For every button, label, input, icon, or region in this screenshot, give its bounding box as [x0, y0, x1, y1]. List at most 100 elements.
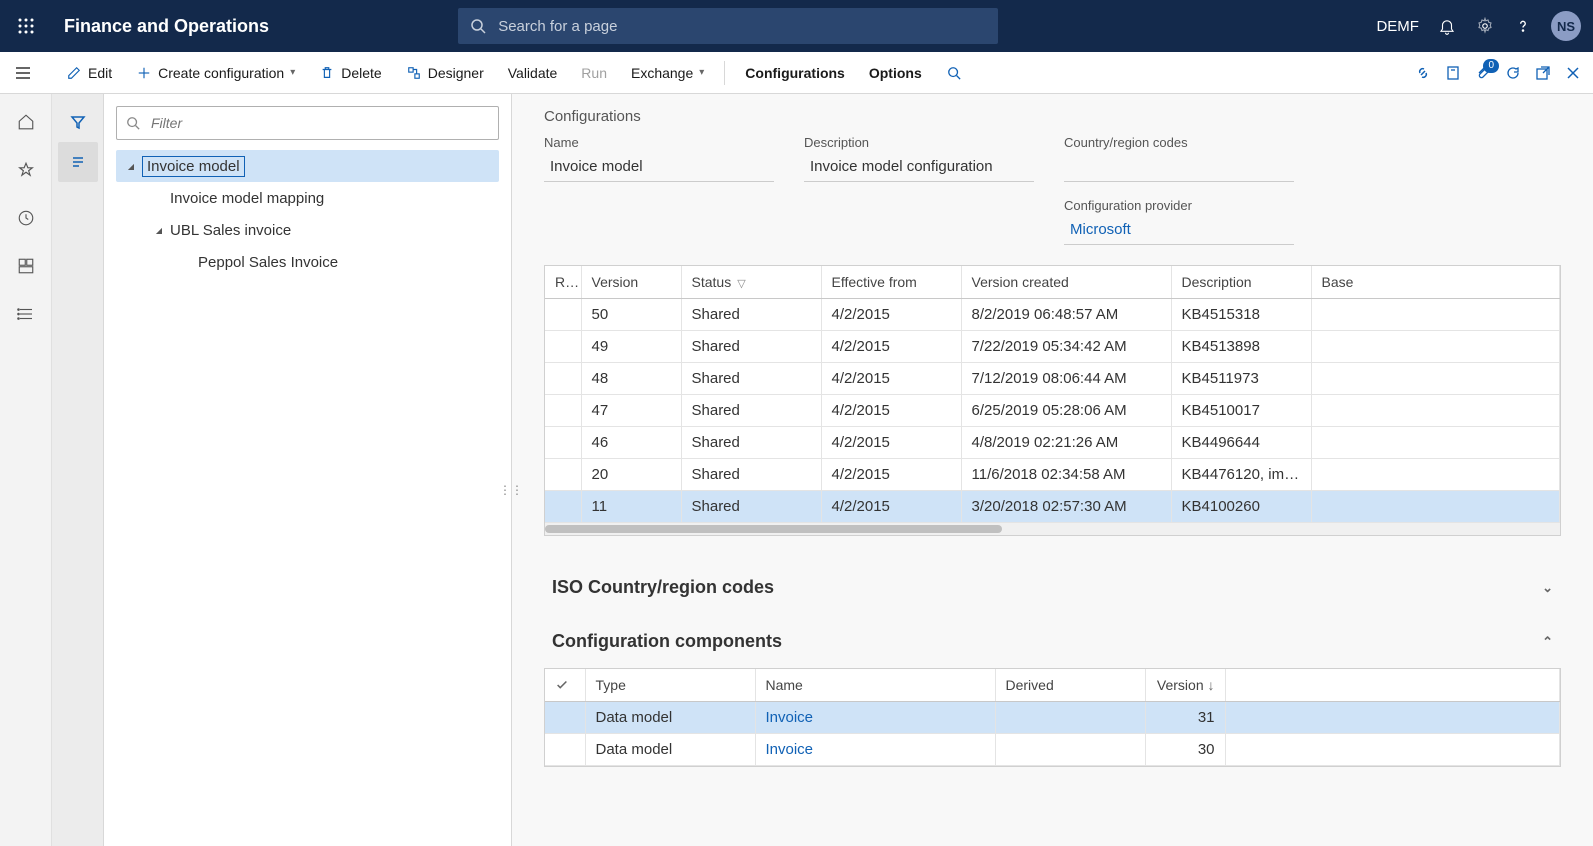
chevron-down-icon: ▾ — [290, 67, 295, 78]
col-created[interactable]: Version created — [961, 266, 1171, 299]
sub-rail — [52, 94, 104, 846]
hamburger-icon[interactable] — [14, 64, 32, 82]
close-icon[interactable] — [1565, 65, 1581, 81]
plus-icon — [136, 65, 152, 81]
col-type[interactable]: Type — [585, 669, 755, 702]
splitter-handle[interactable]: ⋮⋮ — [507, 470, 515, 510]
table-row[interactable]: 50Shared4/2/20158/2/2019 06:48:57 AMKB45… — [545, 299, 1560, 331]
col-version[interactable]: Version — [581, 266, 681, 299]
delete-button[interactable]: Delete — [309, 59, 391, 87]
designer-button[interactable]: Designer — [396, 59, 494, 87]
col-version[interactable]: Version — [1145, 669, 1225, 702]
popout-icon[interactable] — [1535, 65, 1551, 81]
run-button: Run — [571, 59, 617, 87]
star-icon[interactable] — [6, 150, 46, 190]
app-launcher-icon[interactable] — [12, 12, 40, 40]
configurations-tab[interactable]: Configurations — [735, 59, 855, 87]
config-tree: ◢Invoice model Invoice model mapping ◢ UBL … — [116, 150, 499, 278]
bell-icon[interactable] — [1437, 16, 1457, 36]
attach-icon[interactable]: 0 — [1475, 65, 1491, 81]
tree-filter-input[interactable] — [116, 106, 499, 140]
table-row[interactable]: Data modelInvoice31 — [545, 702, 1560, 734]
user-avatar[interactable]: NS — [1551, 11, 1581, 41]
search-icon — [126, 116, 140, 130]
tree-item[interactable]: Invoice model mapping — [116, 182, 499, 214]
tree-item[interactable]: Peppol Sales Invoice — [116, 246, 499, 278]
search-icon — [946, 65, 962, 81]
exchange-button[interactable]: Exchange ▾ — [621, 59, 714, 87]
field-country: Country/region codes — [1064, 135, 1294, 182]
main-content: Configurations Name Invoice model Descri… — [512, 94, 1593, 846]
provider-link[interactable]: Microsoft — [1064, 217, 1294, 245]
chevron-up-icon: ⌃ — [1542, 634, 1553, 650]
tree-item-label: UBL Sales invoice — [170, 222, 291, 239]
link-icon[interactable] — [1415, 65, 1431, 81]
desc-value[interactable]: Invoice model configuration — [804, 154, 1034, 182]
col-base[interactable]: Base — [1311, 266, 1560, 299]
field-name: Name Invoice model — [544, 135, 774, 245]
col-derived[interactable]: Derived — [995, 669, 1145, 702]
field-provider: Configuration provider Microsoft — [1064, 198, 1294, 245]
gear-icon[interactable] — [1475, 16, 1495, 36]
col-desc[interactable]: Description — [1171, 266, 1311, 299]
designer-icon — [406, 65, 422, 81]
body-layout: ◢Invoice model Invoice model mapping ◢ UBL … — [0, 94, 1593, 846]
col-check[interactable] — [545, 669, 585, 702]
col-effective[interactable]: Effective from — [821, 266, 961, 299]
company-selector[interactable]: DEMF — [1376, 18, 1419, 35]
tree-item[interactable]: ◢ UBL Sales invoice — [116, 214, 499, 246]
chevron-down-icon: ⌄ — [1542, 580, 1553, 596]
section-components[interactable]: Configuration components ⌃ — [544, 614, 1561, 668]
table-row[interactable]: 20Shared4/2/201511/6/2018 02:34:58 AMKB4… — [545, 459, 1560, 491]
action-right: 0 — [1415, 65, 1581, 81]
modules-icon[interactable] — [6, 294, 46, 334]
page-heading: Configurations — [544, 108, 1561, 125]
office-icon[interactable] — [1445, 65, 1461, 81]
col-name[interactable]: Name — [755, 669, 995, 702]
table-row[interactable]: 47Shared4/2/20156/25/2019 05:28:06 AMKB4… — [545, 395, 1560, 427]
component-name-link[interactable]: Invoice — [755, 734, 995, 766]
tree-item-label: Invoice model mapping — [170, 190, 324, 207]
component-name-link[interactable]: Invoice — [755, 702, 995, 734]
caret-icon: ◢ — [152, 226, 166, 235]
filter-icon: ▽ — [737, 278, 745, 290]
tree-pane: ◢Invoice model Invoice model mapping ◢ UBL … — [104, 94, 512, 846]
tree-item[interactable]: ◢Invoice model — [116, 150, 499, 182]
refresh-icon[interactable] — [1505, 65, 1521, 81]
filter-pane-icon[interactable] — [58, 102, 98, 142]
search-icon — [470, 18, 486, 34]
header-fields: Name Invoice model Description Invoice m… — [544, 135, 1561, 245]
create-config-button[interactable]: Create configuration ▾ — [126, 59, 305, 87]
table-row[interactable]: 46Shared4/2/20154/8/2019 02:21:26 AMKB44… — [545, 427, 1560, 459]
name-value[interactable]: Invoice model — [544, 154, 774, 182]
app-title: Finance and Operations — [64, 16, 269, 37]
tree-item-label: Peppol Sales Invoice — [198, 254, 338, 271]
nav-right: DEMF NS — [1376, 11, 1581, 41]
help-icon[interactable] — [1513, 16, 1533, 36]
recent-icon[interactable] — [6, 198, 46, 238]
country-value[interactable] — [1064, 154, 1294, 182]
options-tab[interactable]: Options — [859, 59, 932, 87]
navbar: Finance and Operations DEMF NS — [0, 0, 1593, 52]
table-row[interactable]: 11Shared4/2/20153/20/2018 02:57:30 AMKB4… — [545, 491, 1560, 523]
table-row[interactable]: Data modelInvoice30 — [545, 734, 1560, 766]
edit-button[interactable]: Edit — [56, 59, 122, 87]
search-input[interactable] — [458, 8, 998, 44]
table-row[interactable]: 48Shared4/2/20157/12/2019 08:06:44 AMKB4… — [545, 363, 1560, 395]
col-r[interactable]: R... — [545, 266, 581, 299]
section-iso[interactable]: ISO Country/region codes ⌄ — [544, 560, 1561, 614]
action-bar: Edit Create configuration ▾ Delete Desig… — [0, 52, 1593, 94]
h-scrollbar[interactable] — [545, 523, 1560, 535]
related-info-icon[interactable] — [58, 142, 98, 182]
table-row[interactable]: 49Shared4/2/20157/22/2019 05:34:42 AMKB4… — [545, 331, 1560, 363]
nav-rail — [0, 94, 52, 846]
pencil-icon — [66, 65, 82, 81]
col-status[interactable]: Status▽ — [681, 266, 821, 299]
trash-icon — [319, 65, 335, 81]
global-search — [458, 8, 998, 44]
validate-button[interactable]: Validate — [498, 59, 568, 87]
home-icon[interactable] — [6, 102, 46, 142]
search-action-button[interactable] — [936, 59, 972, 87]
workspace-icon[interactable] — [6, 246, 46, 286]
tree-item-label: Invoice model — [142, 156, 245, 177]
